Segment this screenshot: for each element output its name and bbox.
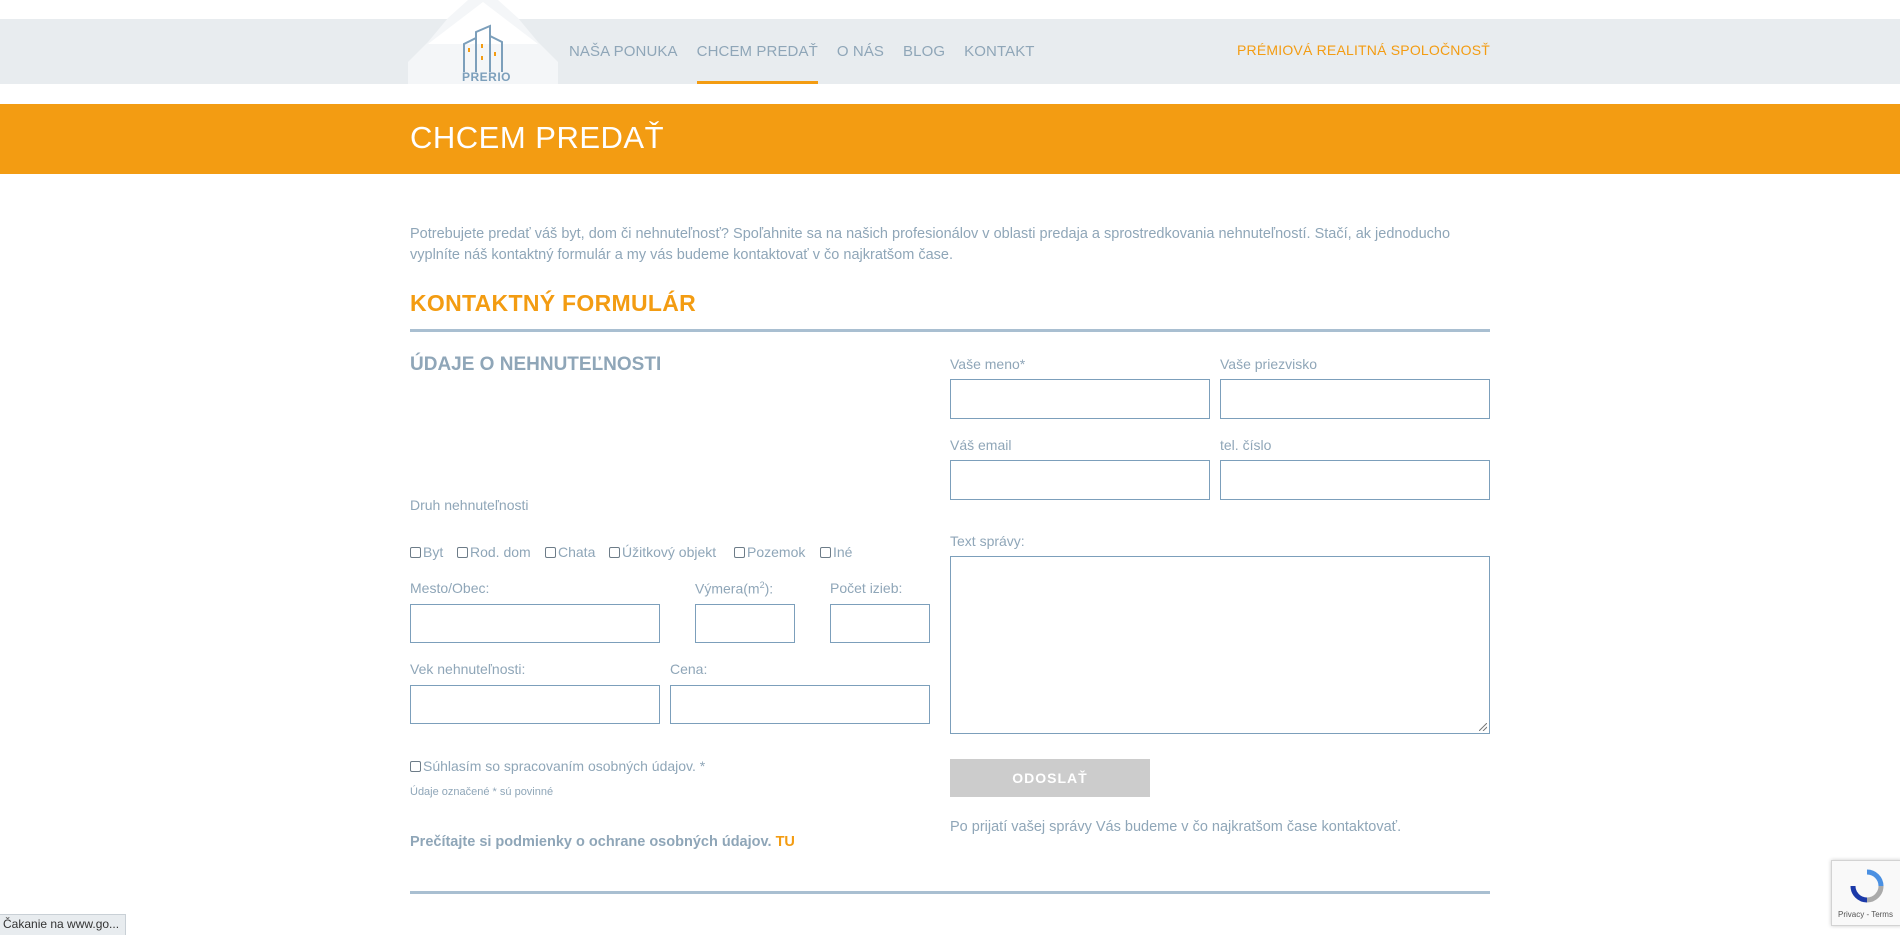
nav-item-nasa-ponuka[interactable]: NAŠA PONUKA (569, 41, 678, 84)
tagline: PRÉMIOVÁ REALITNÁ SPOLOČNOSŤ (1237, 42, 1490, 58)
message-textarea[interactable] (950, 556, 1490, 734)
price-label: Cena: (670, 661, 708, 677)
surname-input[interactable] (1220, 379, 1490, 419)
nav-item-kontakt[interactable]: KONTAKT (964, 41, 1034, 84)
recaptcha-badge[interactable]: Privacy - Terms (1831, 860, 1900, 926)
checkbox-box[interactable] (820, 546, 831, 558)
price-input[interactable] (670, 685, 930, 724)
required-note: Údaje označené * sú povinné (410, 786, 554, 798)
checkbox-ine[interactable]: Iné (820, 544, 852, 560)
property-heading: ÚDAJE O NEHNUTEĽNOSTI (410, 354, 662, 375)
checkbox-label: Úžitkový objekt (622, 544, 717, 560)
logo-text: PRERIO (462, 70, 512, 84)
name-input[interactable] (950, 379, 1210, 419)
name-label: Vaše meno* (950, 356, 1026, 372)
checkbox-box[interactable] (410, 546, 421, 558)
browser-status-bar: Čakanie na www.go... (0, 914, 127, 935)
email-input[interactable] (950, 460, 1210, 500)
city-input[interactable] (410, 604, 660, 643)
intro-text: Potrebujete predať váš byt, dom či nehnu… (410, 226, 1451, 263)
checkbox-label: Iné (833, 544, 853, 560)
page-title: CHCEM PREDAŤ (410, 120, 665, 155)
checkbox-chata[interactable]: Chata (545, 544, 595, 560)
submit-button[interactable]: ODOSLAŤ (950, 759, 1150, 797)
checkbox-box[interactable] (545, 546, 556, 558)
checkbox-box[interactable] (609, 546, 620, 558)
area-label-suffix: ): (764, 580, 774, 597)
nav-item-chcem-predat[interactable]: CHCEM PREDAŤ (696, 41, 819, 84)
email-label: Váš email (950, 437, 1012, 453)
area-input[interactable] (695, 604, 795, 643)
after-submit-note: Po prijatí vašej správy Vás budeme v čo … (950, 819, 1402, 835)
checkbox-label: Rod. dom (470, 544, 531, 560)
age-label: Vek nehnuteľnosti: (410, 661, 526, 677)
checkbox-label: Byt (423, 544, 444, 560)
privacy-note: Prečítajte si podmienky o ochrane osobný… (410, 834, 795, 850)
divider-bottom (410, 891, 1490, 894)
city-label: Mesto/Obec: (410, 580, 490, 596)
checkbox-byt[interactable]: Byt (410, 544, 443, 560)
consent-label: Súhlasím so spracovaním osobných údajov.… (423, 758, 706, 774)
area-label-text: Výmera(m (695, 580, 760, 597)
checkbox-label: Chata (558, 544, 596, 560)
consent-checkbox[interactable]: Súhlasím so spracovaním osobných údajov.… (410, 758, 705, 774)
recaptcha-terms[interactable]: Privacy - Terms (1838, 910, 1893, 919)
area-label: Výmera(m2): (695, 580, 773, 597)
title-band (0, 104, 1900, 174)
checkbox-box[interactable] (734, 546, 745, 558)
privacy-link[interactable]: TU (776, 834, 795, 850)
privacy-text: Prečítajte si podmienky o ochrane osobný… (410, 834, 772, 850)
surname-label: Vaše priezvisko (1220, 356, 1318, 372)
top-strip (0, 0, 1900, 19)
phone-label: tel. číslo (1220, 437, 1272, 453)
resize-handle-icon[interactable] (1479, 723, 1487, 731)
checkbox-box[interactable] (410, 760, 421, 772)
divider-top (410, 329, 1490, 332)
checkbox-box[interactable] (457, 546, 468, 558)
phone-input[interactable] (1220, 460, 1490, 500)
rooms-input[interactable] (830, 604, 930, 643)
rooms-label: Počet izieb: (830, 580, 903, 596)
checkbox-uzitkovy-objekt[interactable]: Úžitkový objekt (609, 544, 716, 560)
form-title: KONTAKTNÝ FORMULÁR (410, 290, 697, 316)
checkbox-pozemok[interactable]: Pozemok (734, 544, 805, 560)
property-type-label: Druh nehnuteľnosti (410, 497, 529, 513)
nav-item-o-nas[interactable]: O NÁS (837, 41, 884, 84)
main-nav: NAŠA PONUKA CHCEM PREDAŤ O NÁS BLOG KONT… (569, 41, 1054, 84)
checkbox-rod-dom[interactable]: Rod. dom (457, 544, 531, 560)
recaptcha-icon (1850, 869, 1884, 903)
message-label: Text správy: (950, 533, 1025, 549)
checkbox-label: Pozemok (747, 544, 806, 560)
age-input[interactable] (410, 685, 660, 724)
nav-item-blog[interactable]: BLOG (903, 41, 945, 84)
logo[interactable]: PRERIO (408, 0, 558, 84)
